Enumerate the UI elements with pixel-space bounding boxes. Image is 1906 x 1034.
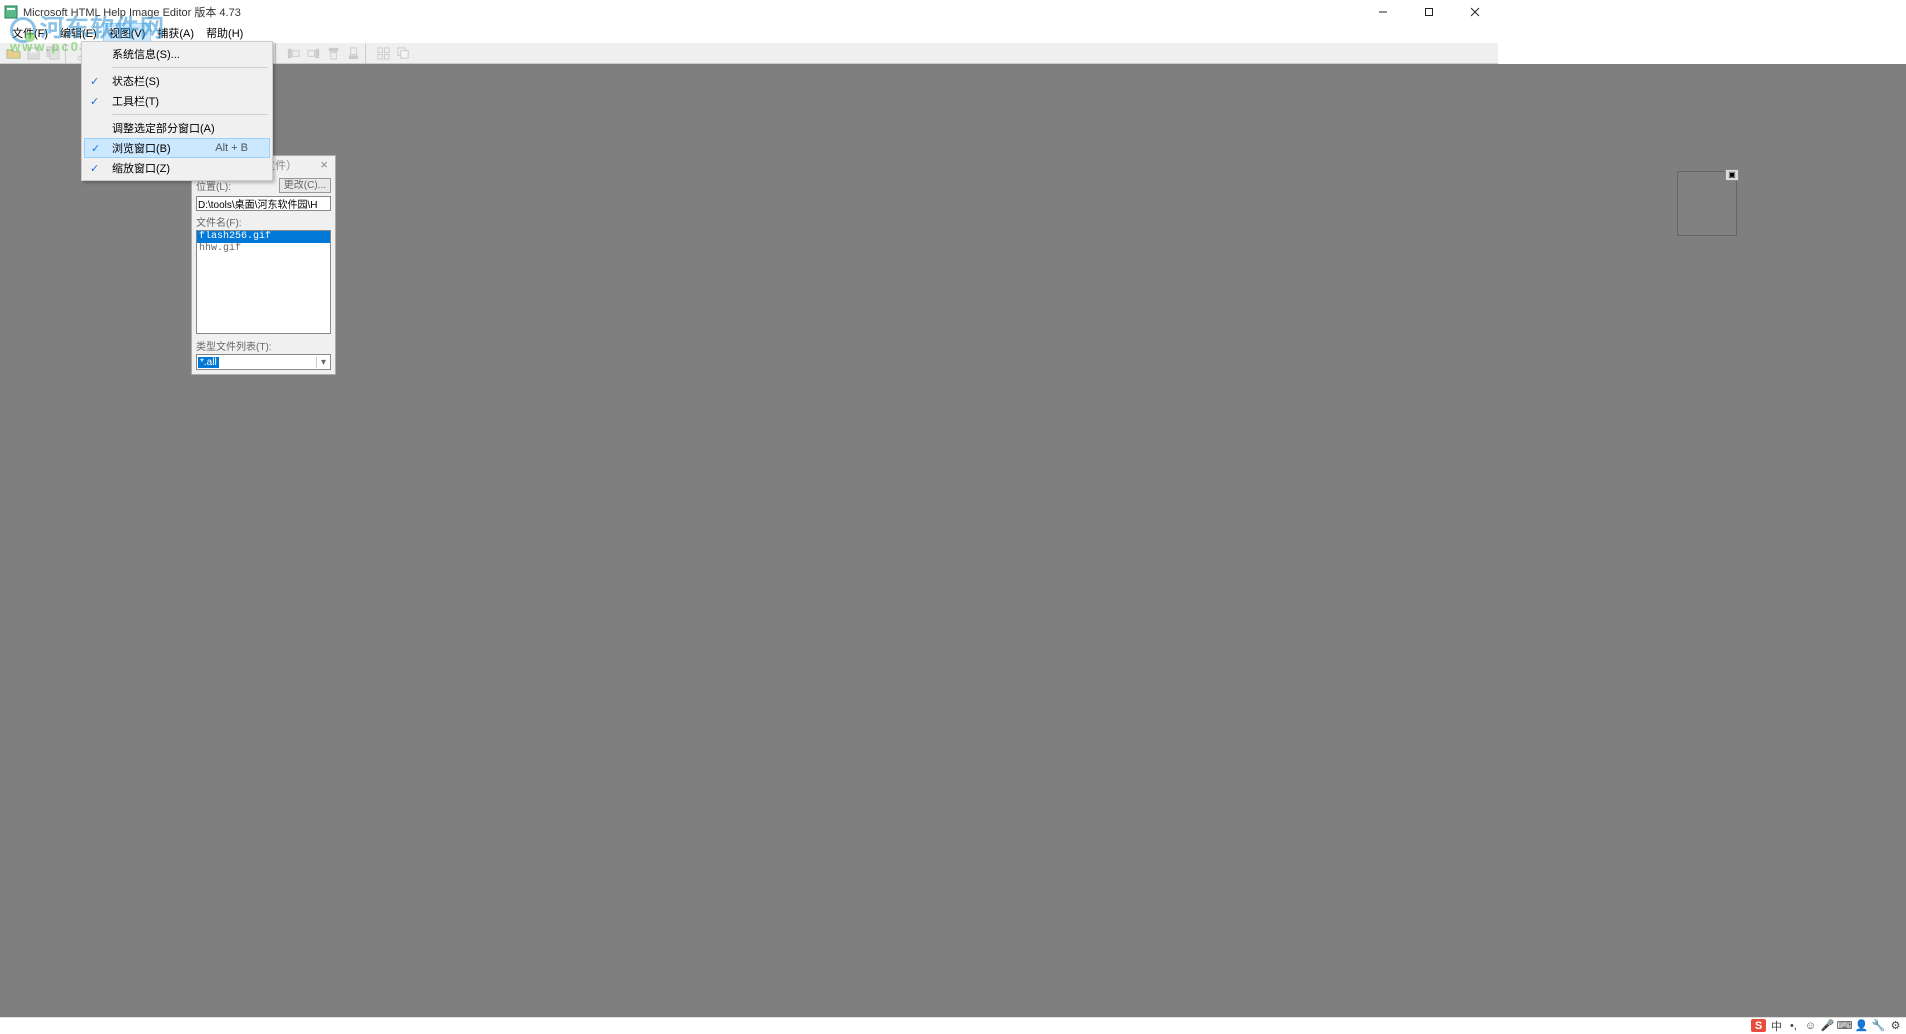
ime-keyboard-icon[interactable]: ⌨: [1838, 1019, 1851, 1032]
menu-separator: [112, 67, 268, 68]
menu-item-system-info[interactable]: 系统信息(S)...: [84, 44, 270, 64]
ime-settings-icon[interactable]: ⚙: [1889, 1019, 1902, 1032]
toolbar-saveall-icon[interactable]: [43, 43, 63, 63]
preview-panel[interactable]: ▣: [1677, 171, 1737, 236]
ime-emoji-icon[interactable]: ☺: [1804, 1019, 1817, 1032]
app-icon: [4, 5, 18, 19]
location-input[interactable]: [196, 196, 331, 211]
file-list[interactable]: flash256.gif hhw.gif: [196, 230, 331, 334]
menu-bar: 文件(F) 编辑(E) 视图(V) 捕获(A) 帮助(H): [0, 23, 1498, 42]
menu-view[interactable]: 视图(V): [103, 23, 152, 43]
toolbar-open-icon[interactable]: [3, 43, 23, 63]
toolbar-align-left-icon[interactable]: [283, 43, 303, 63]
check-icon: ✓: [91, 142, 100, 155]
toolbar-align-right-icon[interactable]: [303, 43, 323, 63]
toolbar-cascade-icon[interactable]: [393, 43, 413, 63]
menu-edit[interactable]: 编辑(E): [54, 23, 103, 43]
ime-lang-icon[interactable]: 中: [1770, 1019, 1783, 1032]
file-item-selected[interactable]: flash256.gif: [197, 231, 330, 243]
browse-window[interactable]: 浏览（2 个文件） × 位置(L): 更改(C)... 文件名(F): flas…: [191, 155, 336, 375]
ime-mic-icon[interactable]: 🎤: [1821, 1019, 1834, 1032]
ime-icon[interactable]: S: [1751, 1019, 1766, 1032]
maximize-button[interactable]: [1406, 0, 1452, 23]
toolbar-save-icon[interactable]: [23, 43, 43, 63]
change-button[interactable]: 更改(C)...: [279, 178, 331, 193]
check-icon: ✓: [90, 162, 99, 175]
ime-tools-icon[interactable]: 🔧: [1872, 1019, 1885, 1032]
app-title: Microsoft HTML Help Image Editor 版本 4.73: [23, 4, 241, 20]
check-icon: ✓: [90, 75, 99, 88]
minimize-button[interactable]: [1360, 0, 1406, 23]
toolbar-align-top-icon[interactable]: [323, 43, 343, 63]
file-item[interactable]: hhw.gif: [197, 243, 330, 255]
check-icon: ✓: [90, 95, 99, 108]
toolbar-align-bottom-icon[interactable]: [343, 43, 363, 63]
menu-file[interactable]: 文件(F): [6, 23, 54, 43]
menu-item-zoom-window[interactable]: ✓ 缩放窗口(Z): [84, 158, 270, 178]
menu-item-status-bar[interactable]: ✓ 状态栏(S): [84, 71, 270, 91]
menu-shortcut: Alt + B: [215, 142, 248, 154]
title-bar: Microsoft HTML Help Image Editor 版本 4.73: [0, 0, 1498, 23]
menu-separator: [112, 114, 268, 115]
filename-label: 文件名(F):: [196, 214, 331, 229]
ime-user-icon[interactable]: 👤: [1855, 1019, 1868, 1032]
menu-help[interactable]: 帮助(H): [200, 23, 249, 43]
type-select[interactable]: *.all ▾: [196, 354, 331, 370]
menu-item-adjust-selection[interactable]: 调整选定部分窗口(A): [84, 118, 270, 138]
browse-close-button[interactable]: ×: [316, 157, 332, 172]
type-label: 类型文件列表(T):: [196, 338, 331, 353]
view-dropdown-menu: 系统信息(S)... ✓ 状态栏(S) ✓ 工具栏(T) 调整选定部分窗口(A)…: [81, 41, 273, 181]
taskbar: S 中 •, ☺ 🎤 ⌨ 👤 🔧 ⚙: [0, 1017, 1906, 1033]
menu-item-browse-window[interactable]: ✓ 浏览窗口(B) Alt + B: [84, 138, 270, 158]
close-button[interactable]: [1452, 0, 1498, 23]
ime-punct-icon[interactable]: •,: [1787, 1019, 1800, 1032]
menu-capture[interactable]: 捕获(A): [151, 23, 200, 43]
dropdown-arrow-icon: ▾: [316, 357, 330, 368]
preview-scroll-icon[interactable]: ▣: [1725, 169, 1739, 181]
system-tray: S 中 •, ☺ 🎤 ⌨ 👤 🔧 ⚙: [1751, 1019, 1906, 1032]
toolbar-tile-icon[interactable]: [373, 43, 393, 63]
menu-item-toolbar[interactable]: ✓ 工具栏(T): [84, 91, 270, 111]
